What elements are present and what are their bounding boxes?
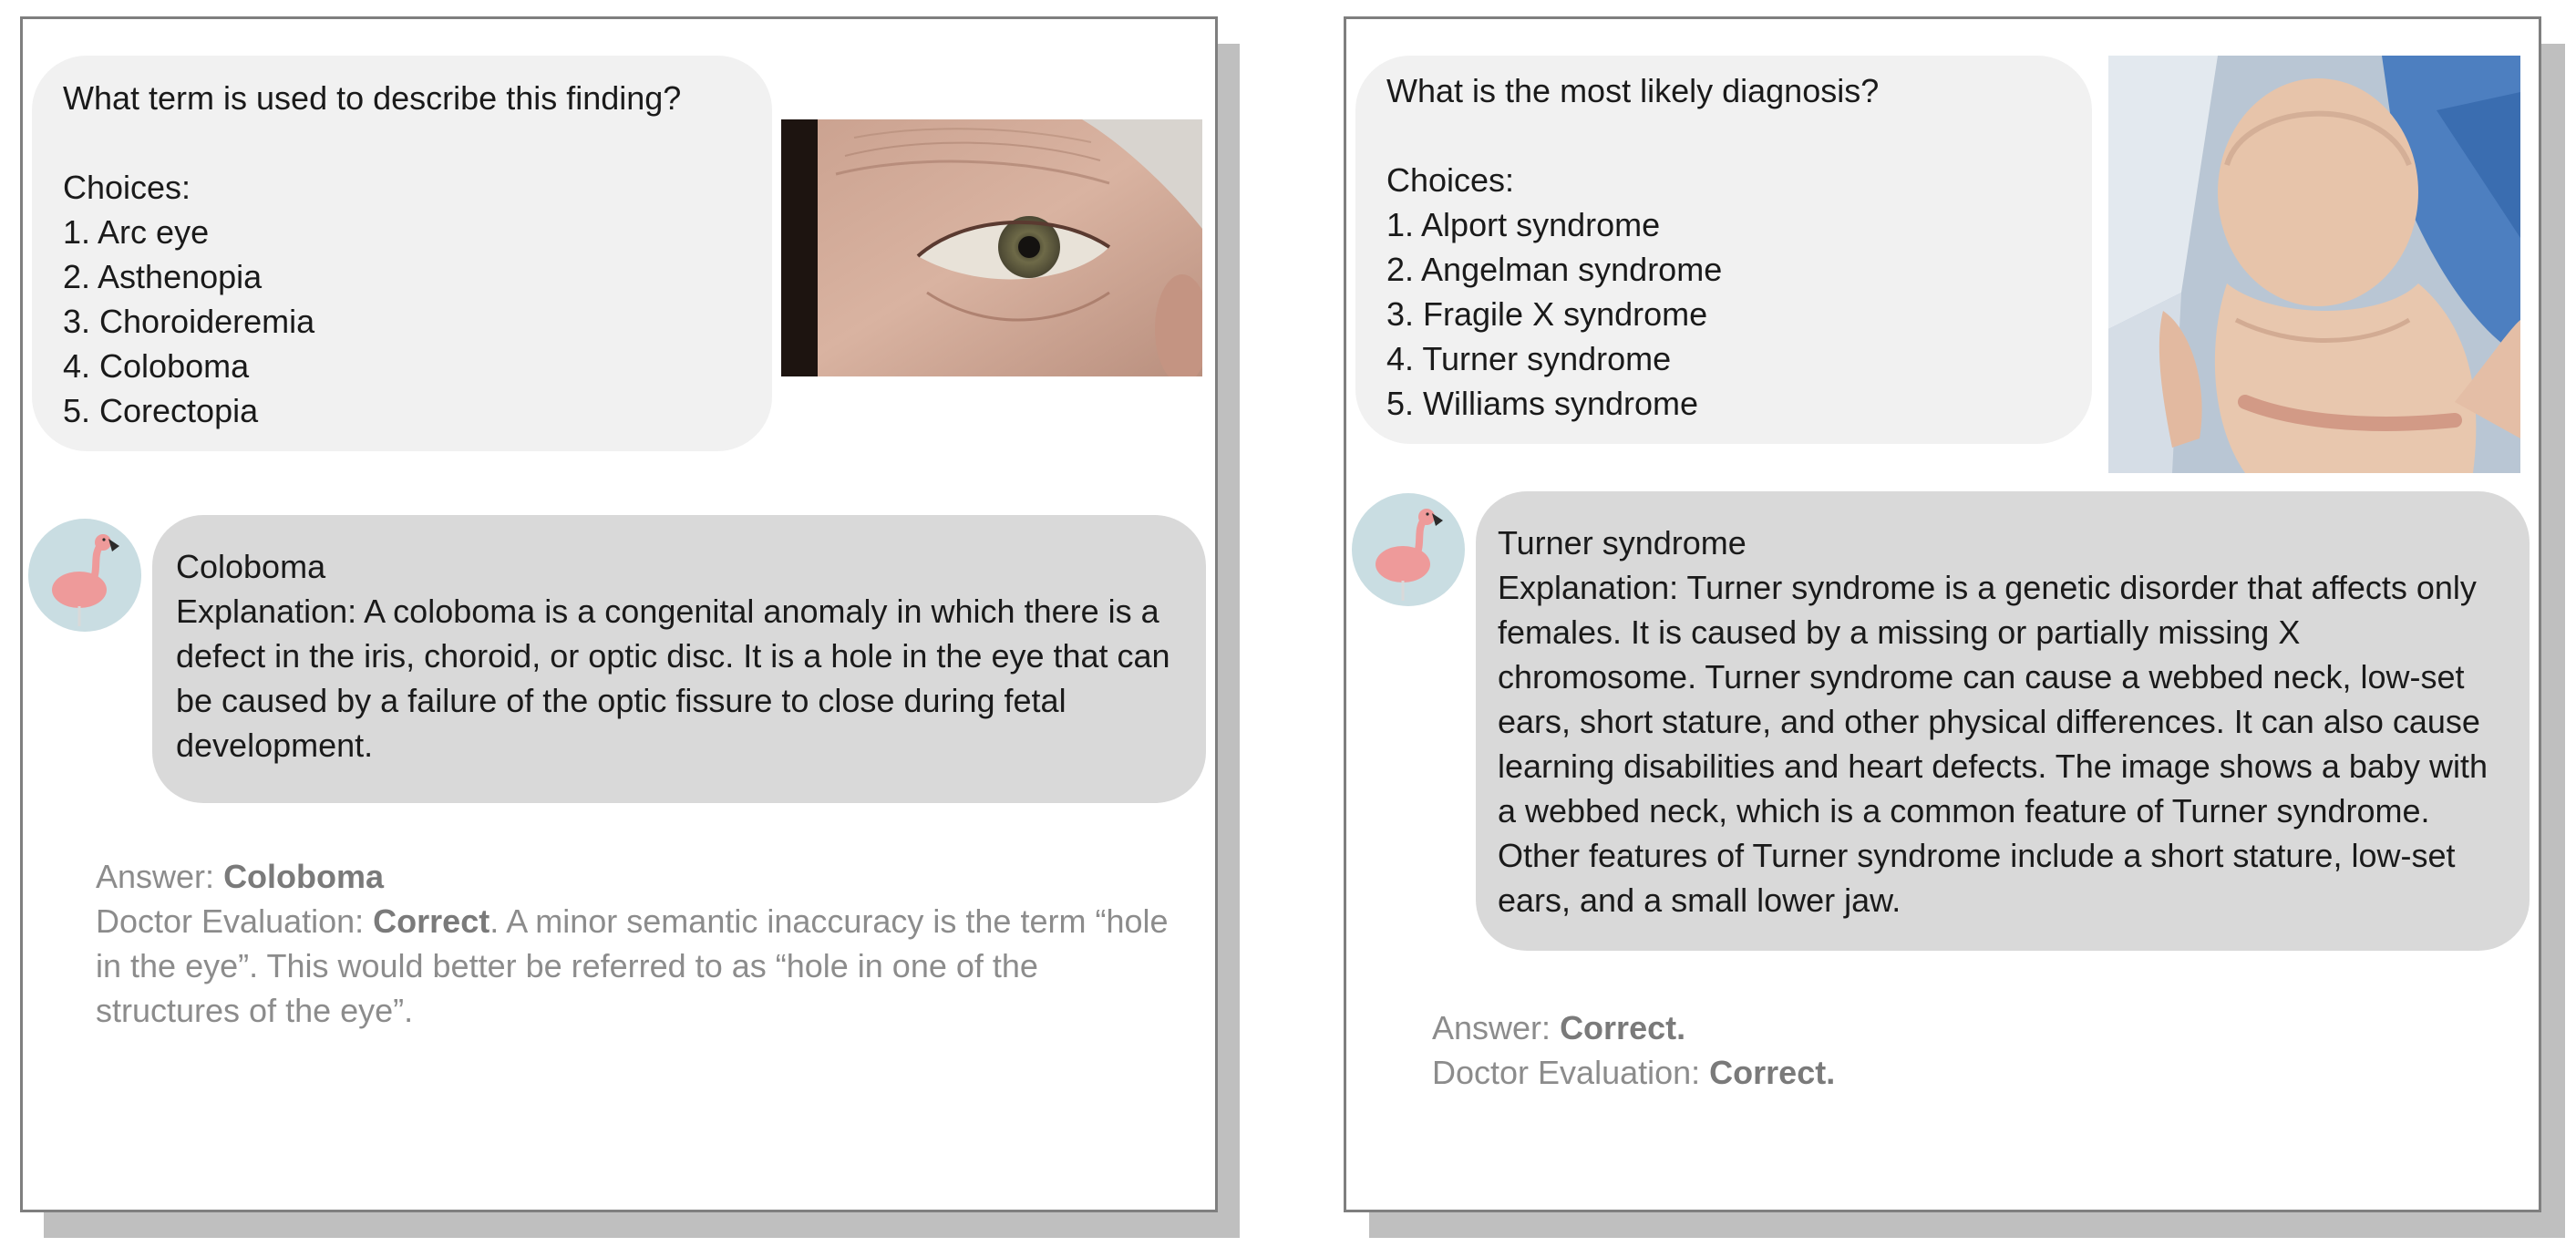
answer-title: Turner syndrome <box>1498 524 1747 562</box>
choice-item: 5. Williams syndrome <box>1386 385 1699 422</box>
answer-label: Answer: <box>1432 1009 1551 1046</box>
question-bubble: What term is used to describe this findi… <box>32 56 772 451</box>
question-text: What is the most likely diagnosis? <box>1386 72 1880 109</box>
right-panel: What is the most likely diagnosis? Choic… <box>1344 16 2541 1212</box>
question-bubble: What is the most likely diagnosis? Choic… <box>1355 56 2092 444</box>
doctor-label: Doctor Evaluation: <box>96 902 365 940</box>
flamingo-avatar <box>28 519 141 632</box>
answer-title: Coloboma <box>176 548 326 585</box>
choice-item: 5. Corectopia <box>63 392 259 429</box>
answer-label: Answer: <box>96 858 215 895</box>
answer-explanation: Explanation: Turner syndrome is a geneti… <box>1498 569 2488 919</box>
choices-label: Choices: <box>63 169 191 206</box>
evaluation-block: Answer: Coloboma Doctor Evaluation: Corr… <box>96 854 1190 1033</box>
answer-explanation: Explanation: A coloboma is a congenital … <box>176 593 1170 764</box>
eye-photo <box>781 119 1202 376</box>
choice-item: 3. Choroideremia <box>63 303 315 340</box>
flamingo-icon <box>52 534 119 626</box>
baby-photo <box>2108 56 2520 473</box>
answer-value: Coloboma <box>223 858 385 895</box>
doctor-evaluation-line: Doctor Evaluation: Correct. A minor sema… <box>96 899 1190 1033</box>
doctor-value: Correct <box>373 902 490 940</box>
evaluation-block: Answer: Correct. Doctor Evaluation: Corr… <box>1432 1005 2508 1095</box>
choice-item: 1. Alport syndrome <box>1386 206 1661 243</box>
choice-item: 1. Arc eye <box>63 213 210 251</box>
choice-item: 4. Coloboma <box>63 347 250 385</box>
flamingo-icon <box>1376 509 1443 601</box>
choice-item: 4. Turner syndrome <box>1386 340 1672 377</box>
left-panel: What term is used to describe this findi… <box>20 16 1218 1212</box>
choice-item: 2. Angelman syndrome <box>1386 251 1723 288</box>
flamingo-avatar <box>1352 493 1465 606</box>
answer-bubble: Coloboma Explanation: A coloboma is a co… <box>152 515 1206 803</box>
doctor-evaluation-line: Doctor Evaluation: Correct. <box>1432 1050 2508 1095</box>
answer-line: Answer: Correct. <box>1432 1005 2508 1050</box>
answer-value: Correct. <box>1560 1009 1686 1046</box>
choice-item: 2. Asthenopia <box>63 258 263 295</box>
doctor-label: Doctor Evaluation: <box>1432 1054 1701 1091</box>
answer-bubble: Turner syndrome Explanation: Turner synd… <box>1476 491 2530 951</box>
answer-line: Answer: Coloboma <box>96 854 1190 899</box>
choice-item: 3. Fragile X syndrome <box>1386 295 1708 333</box>
question-text: What term is used to describe this findi… <box>63 79 682 117</box>
doctor-value: Correct. <box>1709 1054 1836 1091</box>
choices-label: Choices: <box>1386 161 1515 199</box>
